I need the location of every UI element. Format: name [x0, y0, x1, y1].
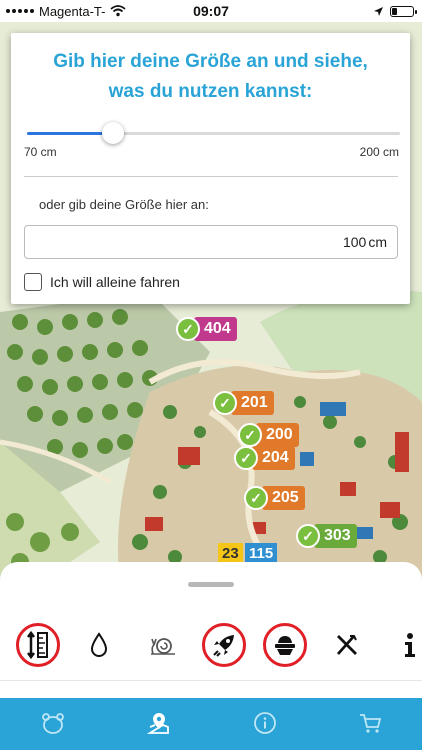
filter-info[interactable]: [388, 623, 422, 667]
tab-info[interactable]: [252, 710, 278, 736]
height-input-label: oder gib deine Größe hier an:: [39, 197, 209, 212]
sheet-drag-handle[interactable]: [188, 582, 234, 587]
height-filter-card: Gib hier deine Größe an und siehe, was d…: [11, 33, 410, 304]
height-unit: cm: [368, 234, 387, 250]
ride-number: 303: [314, 524, 357, 548]
ride-number: 200: [256, 423, 299, 447]
fork-knife-icon: [336, 635, 357, 655]
filter-snacks[interactable]: [263, 623, 307, 667]
filter-water[interactable]: [77, 623, 121, 667]
ride-alone-option[interactable]: Ich will alleine fahren: [24, 273, 180, 291]
check-icon: ✓: [296, 524, 320, 548]
slider-fill: [27, 132, 113, 135]
filter-thrill[interactable]: [202, 623, 246, 667]
tab-bar: [0, 698, 422, 750]
divider: [24, 176, 398, 177]
status-bar: Magenta-T- 09:07: [0, 0, 422, 22]
ride-marker[interactable]: ✓ 205: [244, 486, 305, 510]
tab-home[interactable]: [40, 710, 66, 736]
card-title: Gib hier deine Größe an und siehe, was d…: [11, 47, 410, 107]
food-bowl-icon: [275, 636, 295, 655]
rocket-icon: [213, 635, 234, 657]
card-title-line2: was du nutzen kannst:: [108, 81, 313, 102]
check-icon: ✓: [244, 486, 268, 510]
ride-number: 204: [252, 446, 295, 470]
tab-map[interactable]: [146, 710, 172, 736]
height-value: 100: [342, 234, 367, 250]
map-tag[interactable]: 115: [245, 543, 278, 563]
battery-fill: [392, 7, 397, 15]
check-icon: ✓: [213, 391, 237, 415]
ride-marker[interactable]: ✓ 404: [176, 317, 237, 341]
slider-thumb[interactable]: [101, 122, 124, 144]
ride-marker[interactable]: ✓ 303: [296, 524, 357, 548]
ride-alone-label: Ich will alleine fahren: [50, 274, 180, 290]
ride-number: 201: [231, 391, 274, 415]
battery-icon: [390, 5, 417, 17]
cart-icon: [360, 714, 382, 733]
slider-max-label: 200 cm: [359, 145, 399, 159]
height-input[interactable]: 100 cm: [24, 225, 398, 259]
map-tag[interactable]: 23: [218, 543, 243, 563]
ride-number: 205: [262, 486, 305, 510]
ride-marker[interactable]: ✓ 201: [213, 391, 274, 415]
height-ruler-icon: [27, 630, 48, 660]
card-title-line1: Gib hier deine Größe an und siehe,: [53, 51, 368, 72]
info-circle-icon: [254, 712, 276, 734]
ride-marker[interactable]: ✓ 204: [234, 446, 295, 470]
filter-sheet: [0, 562, 422, 698]
filter-bar: [0, 623, 422, 673]
height-slider[interactable]: [27, 121, 400, 145]
map-pin-icon: [147, 713, 169, 734]
info-icon: [405, 633, 415, 657]
location-arrow-icon: [374, 6, 383, 16]
clock: 09:07: [193, 3, 229, 19]
water-drop-icon: [90, 632, 108, 657]
check-icon: ✓: [234, 446, 258, 470]
slider-min-label: 70 cm: [24, 145, 57, 159]
check-icon: ✓: [238, 423, 262, 447]
check-icon: ✓: [176, 317, 200, 341]
snail-icon: [151, 638, 175, 655]
tab-shop[interactable]: [357, 710, 383, 736]
filter-slow[interactable]: [141, 623, 185, 667]
ride-alone-checkbox[interactable]: [24, 273, 42, 291]
filter-height[interactable]: [16, 623, 60, 667]
ride-number: 404: [194, 317, 237, 341]
sheet-divider: [0, 680, 422, 681]
bear-icon: [42, 713, 64, 734]
filter-restaurants[interactable]: [325, 623, 369, 667]
ride-marker[interactable]: ✓ 200: [238, 423, 299, 447]
